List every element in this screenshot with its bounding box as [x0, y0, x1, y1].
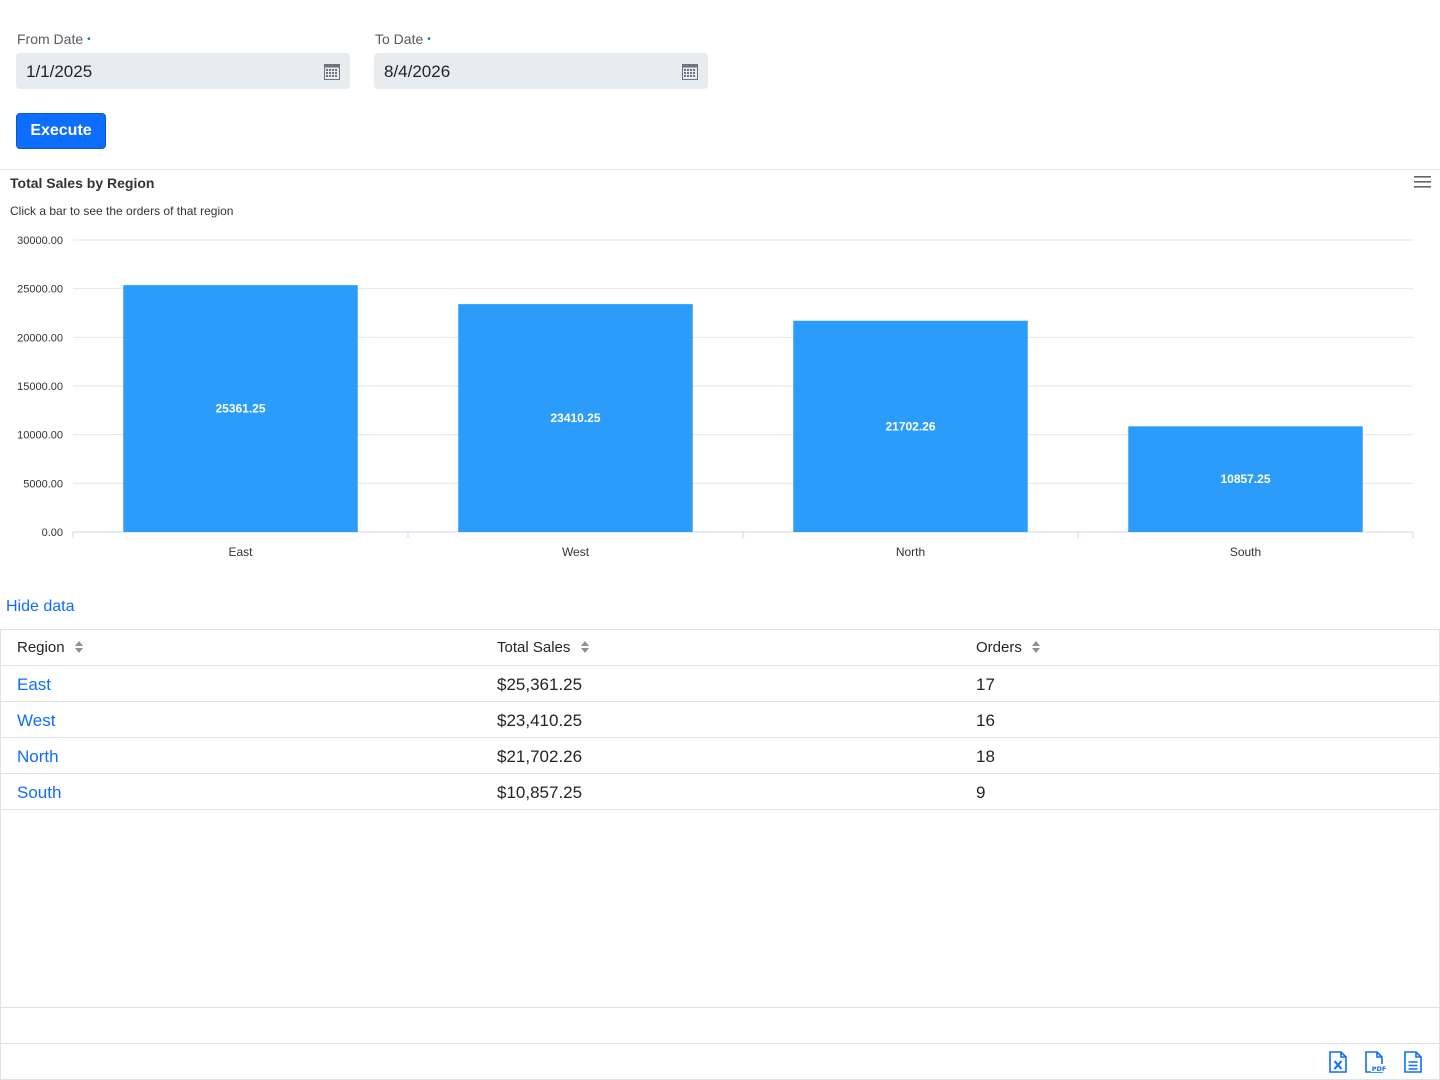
total-sales-cell: $10,857.25 [497, 783, 583, 802]
from-date-input[interactable]: 1/1/2025 [16, 53, 350, 89]
from-date-value[interactable]: 1/1/2025 [26, 62, 92, 82]
calendar-icon[interactable] [324, 63, 340, 80]
bar-chart: 0.00 5000.00 10000.00 15000.00 20000.00 25000… [17, 235, 1414, 559]
y-tick-label: 20000.00 [17, 332, 63, 344]
region-link[interactable]: North [17, 747, 59, 767]
orders-cell: 18 [976, 747, 995, 766]
hamburger-menu-icon[interactable] [1414, 176, 1432, 188]
y-tick-label: 0.00 [42, 527, 63, 539]
y-tick-label: 30000.00 [17, 235, 63, 247]
table-footer-divider [1, 1007, 1439, 1008]
y-tick-label: 10000.00 [17, 430, 63, 442]
region-link[interactable]: West [17, 711, 55, 731]
table-row: North $21,702.26 18 [1, 738, 1439, 774]
column-header-total-sales[interactable]: Total Sales [497, 639, 589, 656]
text-export-icon[interactable] [1404, 1051, 1422, 1073]
from-date-label-text: From Date [17, 31, 84, 47]
data-table: Region Total Sales Orders East $25,361.2… [0, 629, 1440, 1080]
chart-title: Total Sales by Region [10, 175, 155, 191]
bar-data-label: 25361.25 [215, 402, 265, 416]
column-header-orders[interactable]: Orders [976, 639, 1041, 656]
column-header-label: Orders [976, 639, 1022, 656]
to-date-input[interactable]: 8/4/2026 [374, 53, 708, 89]
chart-subtitle: Click a bar to see the orders of that re… [10, 204, 234, 218]
table-row: South $10,857.25 9 [1, 774, 1439, 810]
orders-cell: 17 [976, 675, 995, 694]
bar-data-label: 10857.25 [1220, 472, 1270, 486]
total-sales-cell: $21,702.26 [497, 747, 583, 766]
x-tick-label: North [896, 545, 925, 559]
sort-icon[interactable] [1032, 641, 1041, 653]
table-row: East $25,361.25 17 [1, 666, 1439, 702]
from-date-label: From Date • [17, 31, 91, 47]
calendar-icon[interactable] [682, 63, 698, 80]
y-tick-label: 25000.00 [17, 284, 63, 296]
bar-data-label: 23410.25 [550, 411, 600, 425]
section-divider [0, 169, 1440, 170]
hide-data-link[interactable]: Hide data [6, 598, 75, 616]
column-header-label: Total Sales [497, 639, 571, 656]
sort-icon[interactable] [74, 641, 83, 653]
orders-cell: 9 [976, 783, 986, 802]
x-tick-label: South [1230, 545, 1261, 559]
excel-export-icon[interactable] [1329, 1051, 1347, 1073]
region-link[interactable]: East [17, 675, 51, 695]
x-tick-label: East [228, 545, 253, 559]
required-marker: • [427, 34, 431, 45]
svg-text:PDF: PDF [1372, 1065, 1387, 1073]
to-date-label-text: To Date [375, 31, 424, 47]
orders-cell: 16 [976, 711, 995, 730]
total-sales-cell: $25,361.25 [497, 675, 583, 694]
to-date-value[interactable]: 8/4/2026 [384, 62, 450, 82]
table-header: Region Total Sales Orders [1, 630, 1439, 666]
table-row: West $23,410.25 16 [1, 702, 1439, 738]
x-tick-label: West [562, 545, 590, 559]
pdf-export-icon[interactable]: PDF [1365, 1051, 1387, 1073]
to-date-label: To Date • [375, 31, 431, 47]
sort-icon[interactable] [580, 641, 589, 653]
y-tick-label: 15000.00 [17, 381, 63, 393]
region-link[interactable]: South [17, 783, 61, 803]
table-footer-divider [1, 1043, 1439, 1044]
total-sales-cell: $23,410.25 [497, 711, 583, 730]
required-marker: • [87, 34, 91, 45]
bar-data-label: 21702.26 [885, 419, 935, 433]
y-tick-label: 5000.00 [23, 478, 63, 490]
column-header-region[interactable]: Region [17, 639, 83, 656]
execute-button[interactable]: Execute [16, 113, 106, 149]
column-header-label: Region [17, 639, 65, 656]
